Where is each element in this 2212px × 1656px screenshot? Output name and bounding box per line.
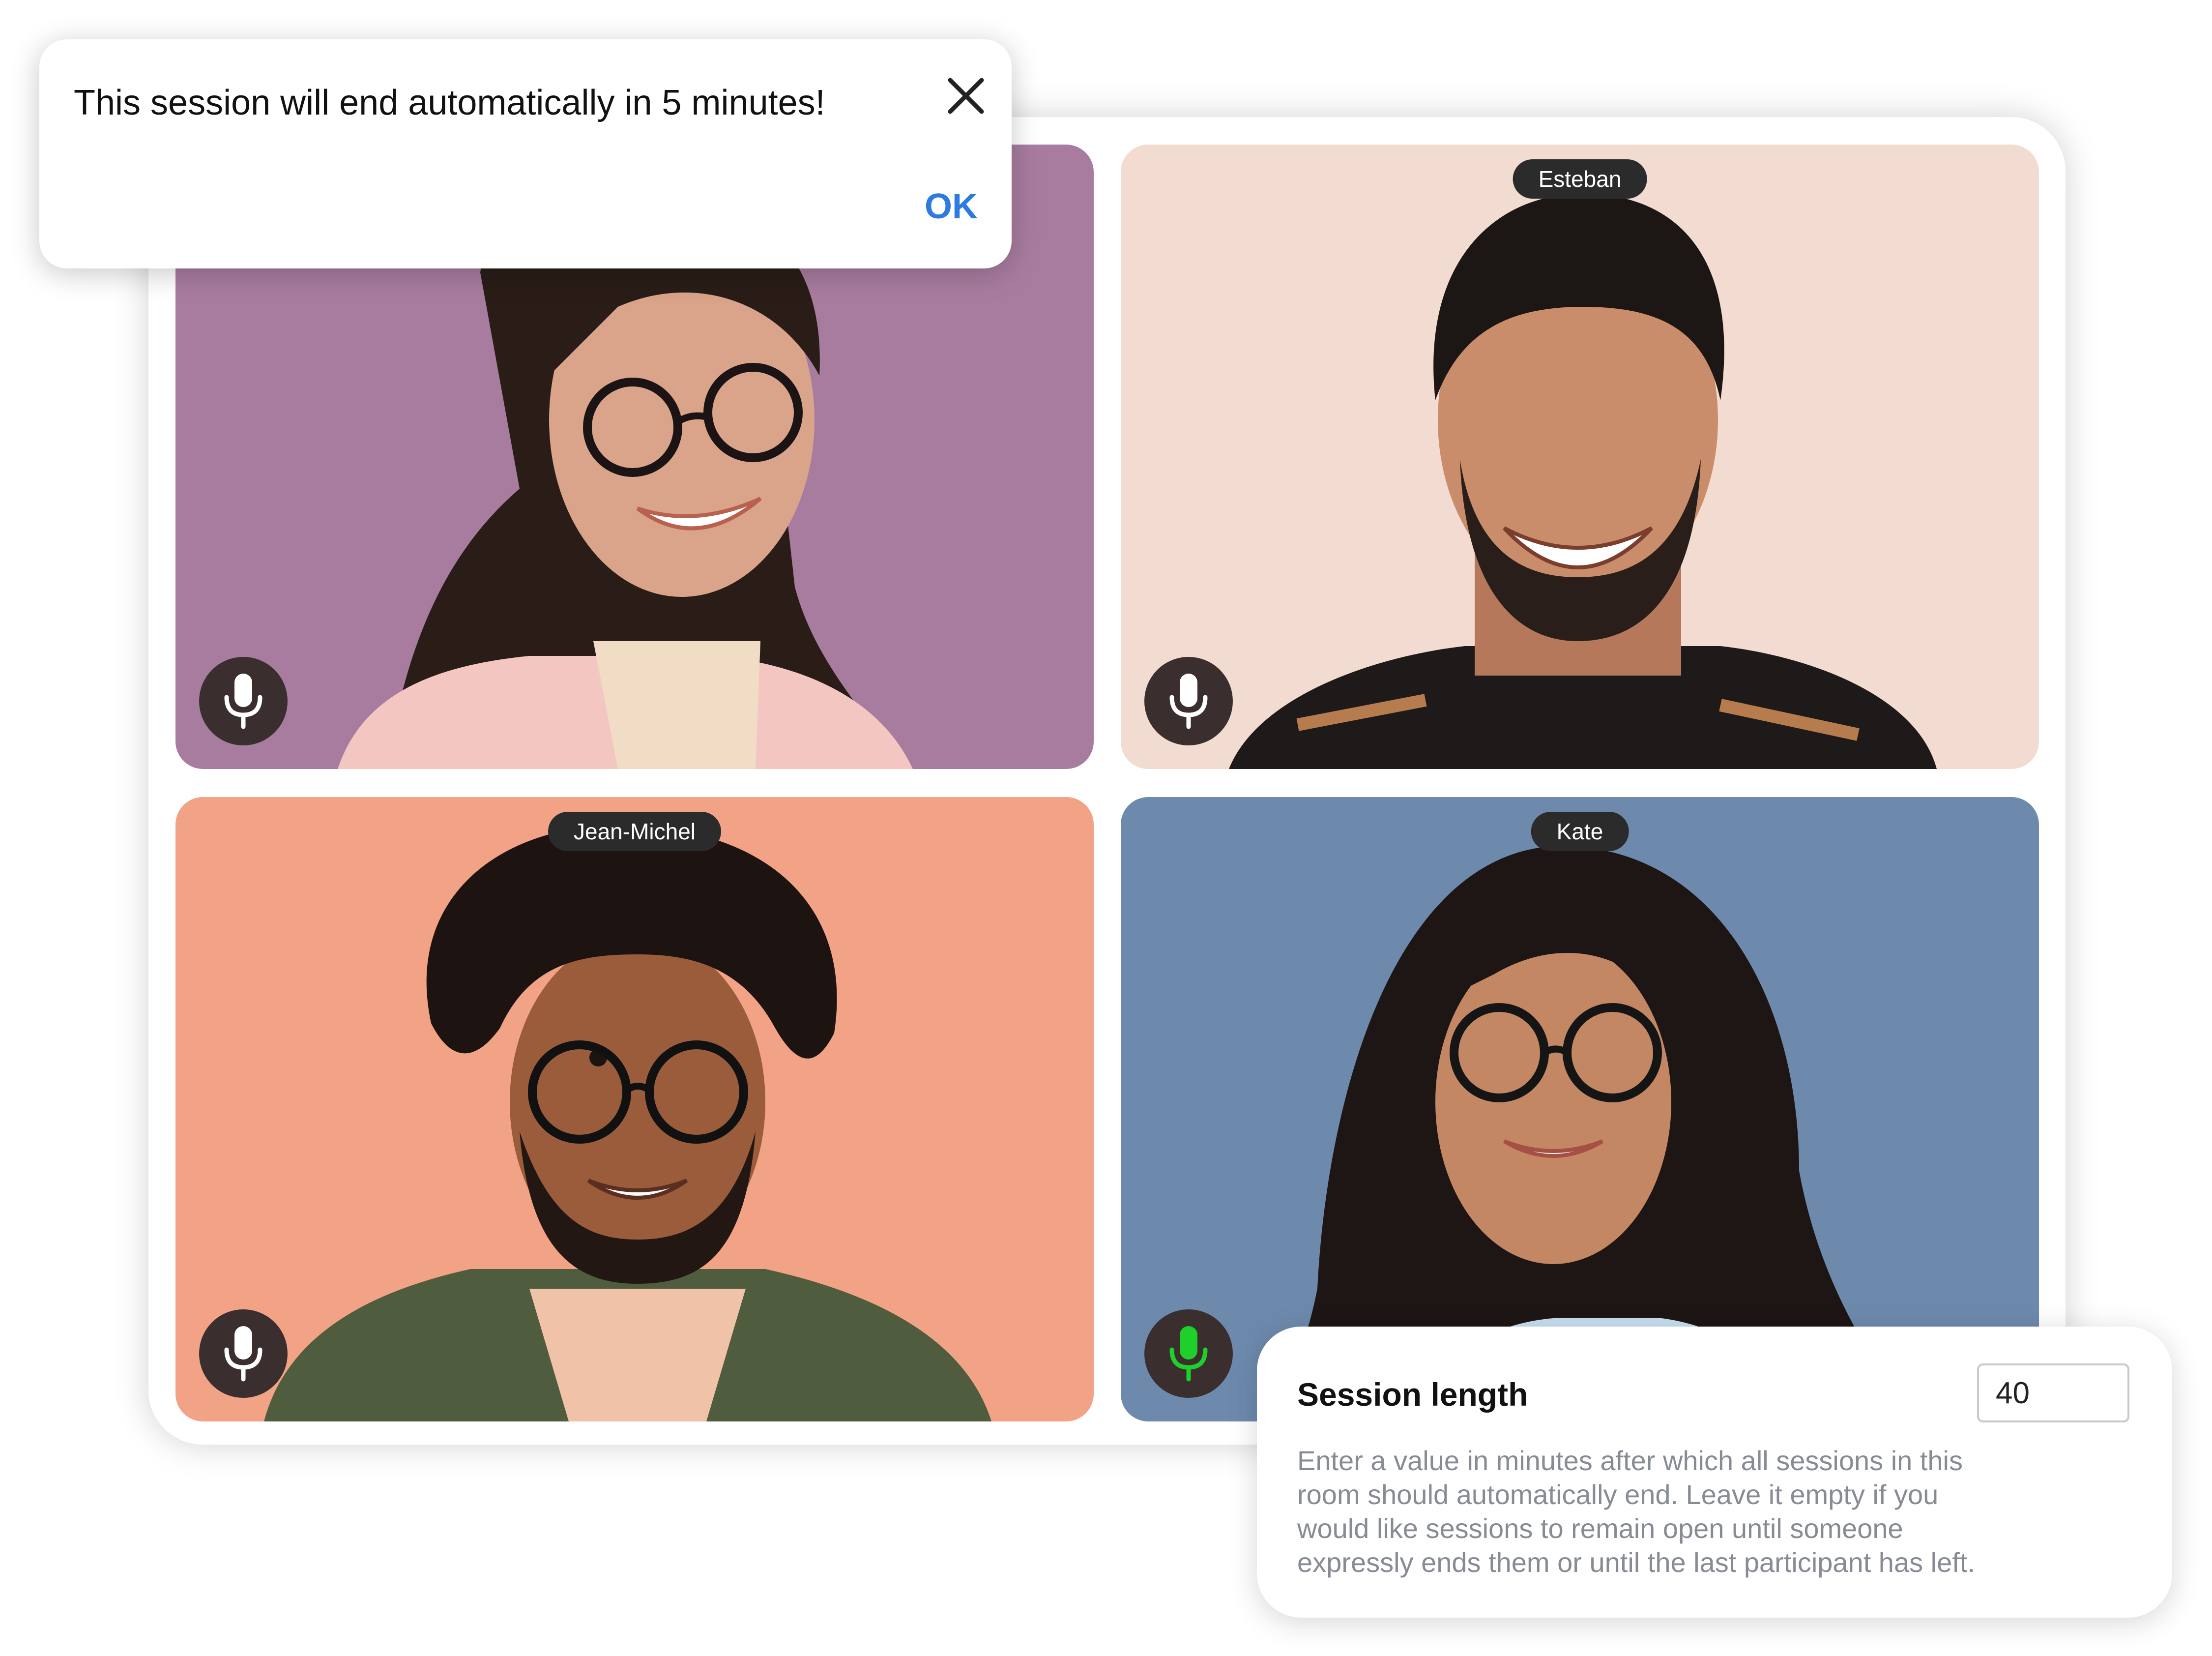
- session-length-panel: Session length Enter a value in minutes …: [1257, 1327, 2172, 1618]
- mic-button[interactable]: [199, 1309, 288, 1398]
- participant-name-tag: Kate: [1531, 812, 1629, 851]
- ok-button[interactable]: OK: [909, 179, 993, 234]
- participant-name-tag: Esteban: [1513, 159, 1647, 199]
- session-length-title: Session length: [1297, 1376, 1528, 1413]
- dialog-message: This session will end automatically in 5…: [74, 83, 825, 122]
- participant-video-3: [264, 826, 991, 1421]
- mic-button[interactable]: [199, 657, 288, 745]
- microphone-icon: [1169, 674, 1208, 729]
- participant-tile-2[interactable]: Esteban: [1121, 145, 2039, 769]
- microphone-icon: [224, 674, 262, 729]
- participant-name-tag: Jean-Michel: [548, 812, 721, 851]
- close-icon: [948, 78, 984, 114]
- participant-video-2: [1229, 194, 1937, 769]
- mic-button[interactable]: [1144, 657, 1233, 745]
- participant-tile-3[interactable]: Jean-Michel: [175, 797, 1094, 1421]
- microphone-icon: [1169, 1326, 1208, 1382]
- session-length-input[interactable]: [1977, 1363, 2129, 1422]
- session-length-help-text: Enter a value in minutes after which all…: [1297, 1445, 1975, 1578]
- microphone-icon: [224, 1326, 262, 1382]
- close-button[interactable]: [939, 69, 993, 123]
- mic-button[interactable]: [1144, 1309, 1233, 1398]
- session-ending-dialog: This session will end automatically in 5…: [39, 39, 1012, 268]
